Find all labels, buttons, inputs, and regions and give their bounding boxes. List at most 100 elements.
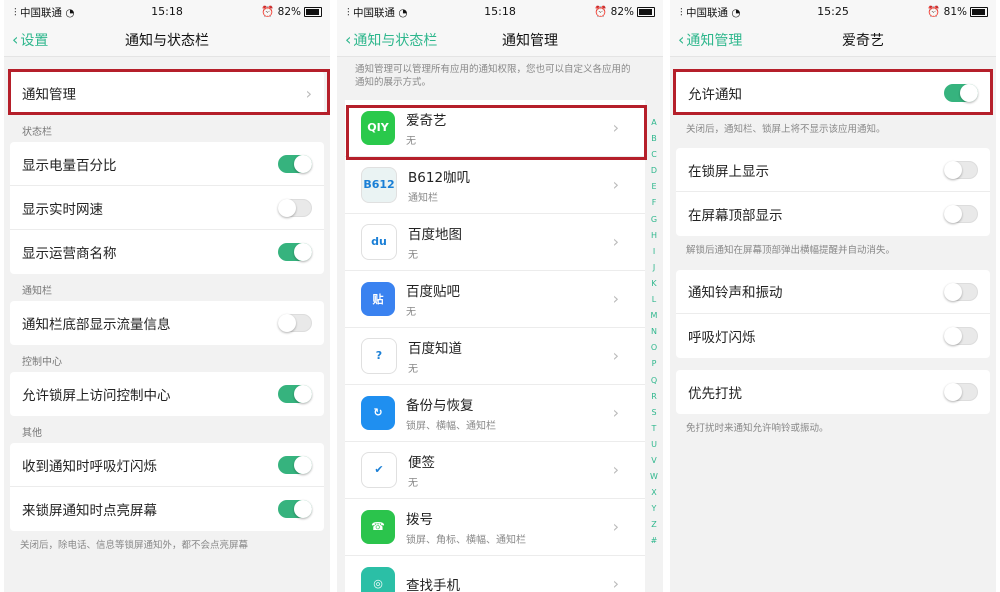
chevron-right-icon: › (612, 346, 619, 366)
lockscreen-control-toggle[interactable] (278, 385, 312, 403)
index-letter[interactable]: R (648, 389, 660, 405)
notifybar-group: 通知栏底部显示流量信息 (10, 301, 324, 345)
app-name: 百度地图 (408, 226, 462, 243)
status-right: ⏰ 81% (927, 5, 988, 18)
section-notifybar: 通知栏 (22, 286, 52, 297)
notes-icon: ✔ (361, 451, 397, 488)
app-notify-types: 无 (408, 477, 418, 489)
notification-manage-screen: ⫶ 中国联通 ◔ 15:18 ⏰ 82% ‹ 通知与状态栏 通知管理 通知管理可以… (337, 0, 663, 592)
section-statusbar: 状态栏 (22, 127, 52, 138)
breath-light-toggle[interactable] (278, 456, 312, 474)
chevron-right-icon: › (612, 574, 619, 592)
index-letter[interactable]: Q (648, 373, 660, 389)
app-list-item[interactable]: QIY 爱奇艺无 › (345, 99, 645, 157)
show-lockscreen-toggle[interactable] (944, 161, 978, 180)
alphabet-index[interactable]: A B C D E F G H I J K L M N O P Q R S T U V W X Y Z # (648, 115, 660, 550)
app-list-item[interactable]: B612 B612咖叽 通知栏 › (345, 156, 645, 214)
index-letter[interactable]: H (648, 228, 660, 244)
app-list: QIY 爱奇艺无 › B612 B612咖叽 通知栏 › du 百度地图无 › 贴百度贴吧无 ›? 百度… (345, 99, 645, 592)
app-name: 便签 (408, 454, 435, 471)
index-letter[interactable]: T (648, 421, 660, 437)
index-letter[interactable]: O (648, 340, 660, 356)
app-list-item[interactable]: du 百度地图无 › (345, 213, 645, 271)
index-letter[interactable]: N (648, 324, 660, 340)
index-letter[interactable]: X (648, 485, 660, 501)
other-group: 收到通知时呼吸灯闪烁 来锁屏通知时点亮屏幕 (10, 443, 324, 531)
chevron-right-icon: › (612, 403, 619, 423)
display-group: 在锁屏上显示 在屏幕顶部显示 (676, 148, 990, 237)
index-letter[interactable]: M (648, 308, 660, 324)
chevron-right-icon: › (612, 118, 619, 138)
breath-light-row: 收到通知时呼吸灯闪烁 (10, 443, 324, 487)
index-letter[interactable]: E (648, 179, 660, 195)
index-letter[interactable]: C (648, 147, 660, 163)
battery-percent: 82% (277, 6, 301, 18)
index-letter[interactable]: # (648, 533, 660, 549)
index-letter[interactable]: Z (648, 517, 660, 533)
chevron-right-icon: › (612, 460, 619, 480)
b612-icon: B612 (361, 166, 397, 203)
app-list-item[interactable]: ? 百度知道无 › (345, 327, 645, 385)
index-letter[interactable]: G (648, 212, 660, 228)
allow-note: 关闭后，通知栏、锁屏上将不显示该应用通知。 (686, 124, 886, 135)
backup-icon: ↻ (361, 395, 395, 430)
baidu-map-icon: du (361, 223, 397, 260)
priority-toggle[interactable] (944, 382, 978, 401)
chevron-right-icon: › (612, 175, 619, 195)
index-letter[interactable]: K (648, 276, 660, 292)
ringtone-vibrate-toggle[interactable] (944, 282, 978, 301)
index-letter[interactable]: J (648, 260, 660, 276)
alarm-icon: ⏰ (927, 6, 941, 18)
status-bar: ⫶ 中国联通 ◔ 15:18 ⏰ 82% (337, 0, 663, 22)
show-net-speed-toggle[interactable] (278, 199, 312, 217)
footer-note: 关闭后，除电话、信息等锁屏通知外，都不会点亮屏幕 (20, 540, 249, 551)
show-battery-percent-toggle[interactable] (278, 155, 312, 173)
show-traffic-toggle[interactable] (278, 314, 312, 332)
statusbar-group: 显示电量百分比 显示实时网速 显示运营商名称 (10, 142, 324, 274)
index-letter[interactable]: A (648, 115, 660, 131)
notify-manage-item[interactable]: 通知管理 › (10, 71, 324, 115)
show-top-row: 在屏幕顶部显示 (676, 192, 990, 236)
index-letter[interactable]: Y (648, 501, 660, 517)
index-letter[interactable]: F (648, 195, 660, 211)
app-list-item[interactable]: ☎ 拨号 锁屏、角标、横幅、通知栏 › (345, 498, 645, 556)
zhidao-icon: ? (361, 337, 397, 374)
sound-group: 通知铃声和振动 呼吸灯闪烁 (676, 269, 990, 358)
page-title: 爱奇艺 (842, 33, 884, 49)
app-list-item[interactable]: ◎ 查找手机 › (345, 555, 645, 592)
app-list-item[interactable]: ✔ 便签无 › (345, 441, 645, 499)
index-letter[interactable]: P (648, 356, 660, 372)
index-letter[interactable]: L (648, 292, 660, 308)
show-top-toggle[interactable] (944, 205, 978, 224)
tieba-icon: 贴 (361, 281, 395, 316)
app-list-item[interactable]: ↻ 备份与恢复 锁屏、横幅、通知栏 › (345, 384, 645, 442)
breath-light-toggle[interactable] (944, 326, 978, 345)
priority-note: 免打扰时来通知允许响铃或振动。 (686, 422, 829, 434)
lockscreen-control-row: 允许锁屏上访问控制中心 (10, 372, 324, 416)
show-traffic-row: 通知栏底部显示流量信息 (10, 301, 324, 345)
status-right: ⏰ 82% (261, 5, 322, 18)
index-letter[interactable]: U (648, 437, 660, 453)
chevron-right-icon: › (612, 232, 619, 252)
index-letter[interactable]: V (648, 453, 660, 469)
phone-icon: ☎ (361, 509, 395, 544)
index-letter[interactable]: D (648, 163, 660, 179)
index-letter[interactable]: S (648, 405, 660, 421)
show-net-speed-row: 显示实时网速 (10, 186, 324, 230)
show-carrier-row: 显示运营商名称 (10, 230, 324, 274)
nav-bar: ‹ 通知管理 爱奇艺 (670, 22, 996, 57)
status-bar: ⫶ 中国联通 ◔ 15:25 ⏰ 81% (670, 0, 996, 22)
show-carrier-toggle[interactable] (278, 243, 312, 261)
index-letter[interactable]: B (648, 131, 660, 147)
index-letter[interactable]: W (648, 469, 660, 485)
app-list-item[interactable]: 贴百度贴吧无 › (345, 270, 645, 328)
allow-notify-toggle[interactable] (944, 84, 978, 102)
wake-screen-toggle[interactable] (278, 500, 312, 518)
app-name: 爱奇艺 (406, 112, 447, 129)
app-notify-types: 通知栏 (408, 192, 438, 204)
status-right: ⏰ 82% (594, 5, 655, 18)
allow-notify-row: 允许通知 (676, 71, 990, 115)
index-letter[interactable]: I (648, 244, 660, 260)
app-name: 查找手机 (406, 577, 460, 592)
app-name: 备份与恢复 (406, 397, 474, 414)
